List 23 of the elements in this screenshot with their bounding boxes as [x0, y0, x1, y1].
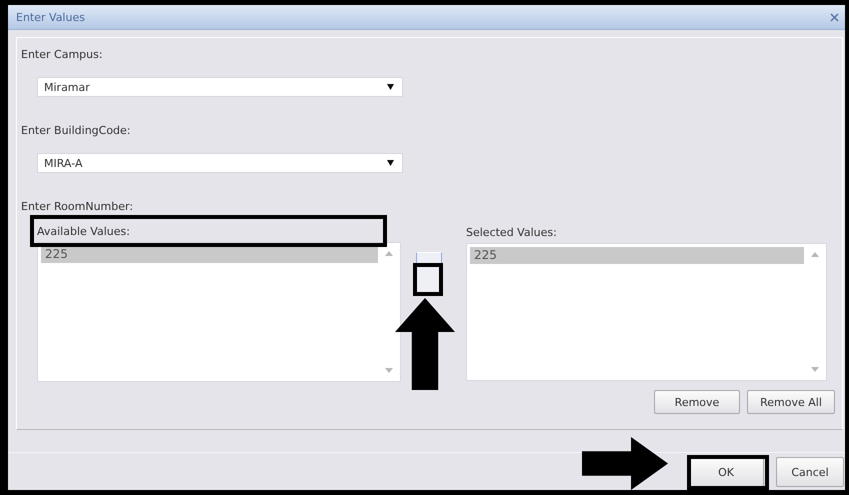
dropdown[interactable]: Miramar	[37, 77, 403, 97]
list-box[interactable]: 225	[466, 243, 827, 381]
dropdown-arrow-icon[interactable]	[387, 160, 394, 166]
highlight-box	[413, 263, 443, 296]
scroll-up-icon[interactable]	[811, 252, 819, 257]
scroll-up-icon[interactable]	[385, 251, 393, 256]
field-label: Enter RoomNumber:	[21, 200, 134, 214]
list-box[interactable]: 225	[37, 242, 401, 382]
window-title: Enter Values	[16, 10, 85, 24]
dropdown-arrow-icon[interactable]	[387, 84, 394, 90]
dropdown[interactable]: MIRA-A	[37, 153, 403, 173]
scroll-down-icon[interactable]	[811, 367, 819, 372]
field-label: Enter BuildingCode:	[21, 124, 132, 138]
list-label: Available Values:	[37, 225, 131, 239]
list-item[interactable]: 225	[470, 247, 804, 264]
field-label: Enter Campus:	[21, 48, 104, 62]
scroll-down-icon[interactable]	[385, 368, 393, 373]
list-label: Selected Values:	[466, 226, 558, 240]
remove-button[interactable]: Remove All	[747, 390, 835, 414]
list-item[interactable]: 225	[41, 246, 378, 263]
remove-button[interactable]: Remove	[654, 390, 740, 414]
close-icon[interactable]	[830, 12, 839, 22]
cancel-button[interactable]: Cancel	[776, 457, 844, 487]
